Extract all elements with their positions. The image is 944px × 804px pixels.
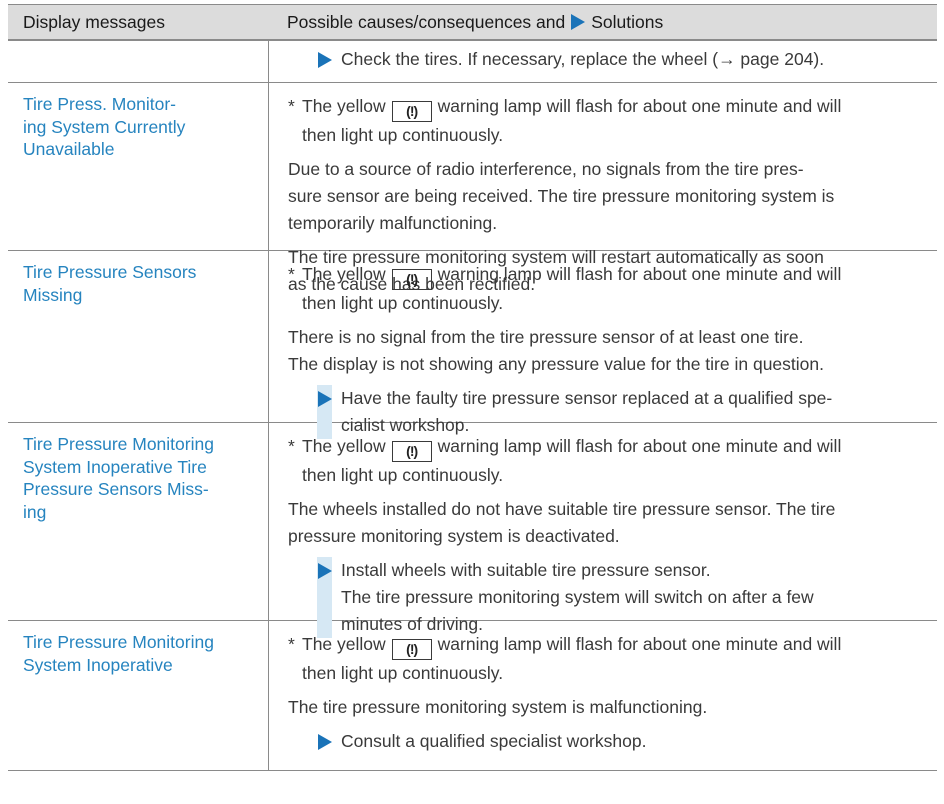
message-line: ing System Currently [23, 116, 186, 137]
causes-cell: * The yellow (!) warning lamp will flash f… [268, 251, 937, 439]
solution-text: The tire pressure monitoring system will… [341, 587, 814, 607]
solution-step: Install wheels with suitable tire pressu… [317, 557, 929, 638]
message-cell: Tire Pressure Monitoring System Inoperat… [8, 621, 268, 770]
table-row: Tire Pressure Sensors Missing * The yell… [8, 251, 937, 439]
note-text: The yellow [302, 436, 386, 456]
message-line: Tire Press. Monitor- [23, 94, 176, 114]
note-text: then light up continuously. [302, 465, 504, 485]
solution-step: Check the tires. If necessary, replace t… [317, 46, 929, 73]
solution-triangle-icon [318, 52, 332, 68]
tire-pressure-warning-icon: (!) [391, 639, 432, 660]
message-cell: Tire Press. Monitor- ing System Currentl… [8, 83, 268, 250]
table-row: Tire Press. Monitor- ing System Currentl… [8, 83, 937, 294]
paragraph-line: The tire pressure monitoring system is m… [288, 697, 708, 717]
paragraph-line: sure sensor are being received. The tire… [288, 186, 835, 206]
asterisk-mark: * [288, 264, 295, 284]
paragraph-line: The display is not showing any pressure … [288, 354, 824, 374]
solution-text: Consult a qualified specialist workshop. [341, 731, 647, 751]
header-causes-solutions: Possible causes/consequences and Solutio… [268, 5, 937, 39]
solution-triangle-icon [318, 563, 332, 579]
solution-triangle-icon [318, 391, 332, 407]
paragraph-line: Due to a source of radio interference, n… [288, 159, 804, 179]
message-line: Tire Pressure Sensors [23, 262, 197, 282]
message-cell: Tire Pressure Sensors Missing [8, 251, 268, 422]
header-display-messages: Display messages [23, 12, 165, 32]
cause-paragraph: The tire pressure monitoring system is m… [288, 694, 929, 721]
note-text: The yellow [302, 264, 386, 284]
lamp-note: * The yellow (!) warning lamp will flash f… [288, 433, 929, 489]
header-causes-label: Possible causes/consequences and [287, 12, 566, 32]
asterisk-mark: * [288, 634, 295, 654]
note-text: The yellow [302, 96, 386, 116]
header-solutions-label: Solutions [591, 12, 664, 32]
message-line: System Inoperative Tire [23, 456, 207, 477]
note-text: then light up continuously. [302, 125, 504, 145]
solution-step: Have the faulty tire pressure sensor rep… [317, 385, 929, 439]
message-line: ing [23, 501, 47, 522]
message-line: Missing [23, 284, 83, 305]
solution-text: Check the tires. If necessary, replace t… [341, 49, 825, 69]
tire-pressure-warning-icon: (!) [391, 101, 432, 122]
solution-triangle-icon [318, 734, 332, 750]
display-messages-table: Display messages Possible causes/consequ… [8, 4, 937, 771]
table-header: Display messages Possible causes/consequ… [8, 4, 937, 41]
note-text: warning lamp will flash for about one mi… [437, 264, 842, 284]
note-text: The yellow [302, 634, 386, 654]
note-text: then light up continuously. [302, 663, 504, 683]
asterisk-mark: * [288, 436, 295, 456]
message-line: Unavailable [23, 139, 115, 159]
table-row: Tire Pressure Monitoring System Inoperat… [8, 423, 937, 638]
cause-paragraph: There is no signal from the tire pressur… [288, 324, 929, 378]
tire-pressure-warning-icon: (!) [391, 269, 432, 290]
note-text: warning lamp will flash for about one mi… [437, 436, 842, 456]
solution-text: Have the faulty tire pressure sensor rep… [341, 388, 833, 408]
asterisk-mark: * [288, 96, 295, 116]
message-line: Pressure Sensors Miss- [23, 479, 209, 499]
message-line: System Inoperative [23, 654, 173, 675]
causes-cell: Check the tires. If necessary, replace t… [268, 41, 937, 82]
table-row: Check the tires. If necessary, replace t… [8, 41, 937, 83]
note-text: warning lamp will flash for about one mi… [437, 96, 842, 116]
message-line: Tire Pressure Monitoring [23, 632, 214, 652]
note-text: then light up continuously. [302, 293, 504, 313]
message-cell: Tire Pressure Monitoring System Inoperat… [8, 423, 268, 620]
paragraph-line: The wheels installed do not have suitabl… [288, 499, 836, 519]
causes-cell: * The yellow (!) warning lamp will flash f… [268, 621, 937, 770]
paragraph-line: pressure monitoring system is deactivate… [288, 526, 620, 546]
lamp-note: * The yellow (!) warning lamp will flash f… [288, 261, 929, 317]
lamp-note: * The yellow (!) warning lamp will flash f… [288, 93, 929, 149]
paragraph-line: There is no signal from the tire pressur… [288, 327, 804, 347]
paragraph-line: temporarily malfunctioning. [288, 213, 498, 233]
causes-cell: * The yellow (!) warning lamp will flash f… [268, 83, 937, 294]
tire-pressure-warning-icon: (!) [391, 441, 432, 462]
solution-text: Install wheels with suitable tire pressu… [341, 560, 711, 580]
cause-paragraph: Due to a source of radio interference, n… [288, 156, 929, 237]
solution-step: Consult a qualified specialist workshop. [317, 728, 929, 755]
message-cell [8, 41, 268, 82]
table-row: Tire Pressure Monitoring System Inoperat… [8, 621, 937, 771]
solution-triangle-icon [571, 14, 586, 30]
note-text: warning lamp will flash for about one mi… [437, 634, 842, 654]
lamp-note: * The yellow (!) warning lamp will flash f… [288, 631, 929, 687]
cause-paragraph: The wheels installed do not have suitabl… [288, 496, 929, 550]
causes-cell: * The yellow (!) warning lamp will flash f… [268, 423, 937, 638]
message-line: Tire Pressure Monitoring [23, 434, 214, 454]
